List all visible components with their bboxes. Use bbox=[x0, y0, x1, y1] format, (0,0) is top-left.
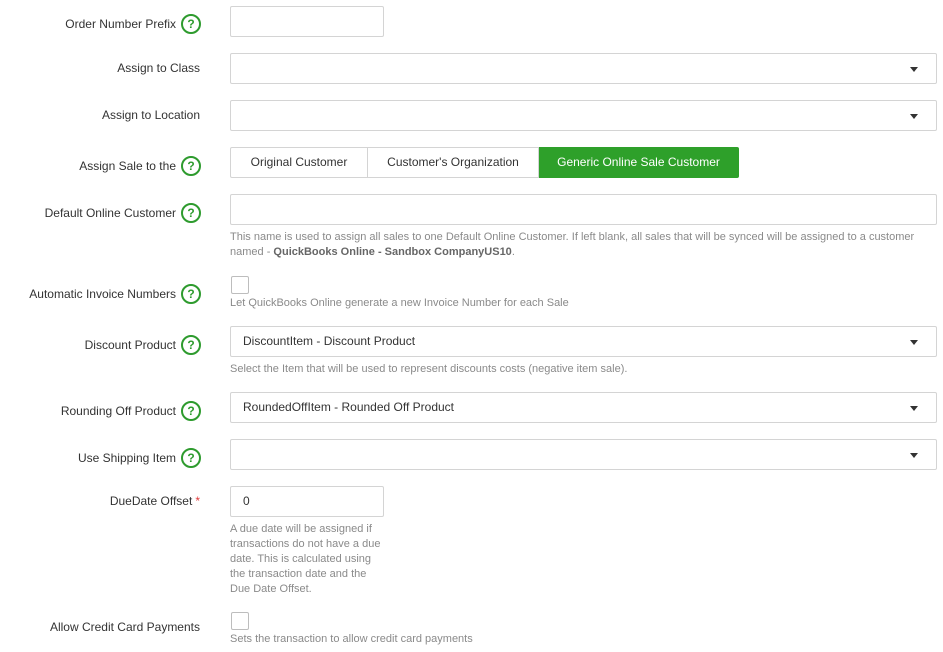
hint-line: Due Date Offset. bbox=[230, 583, 312, 595]
assign-class-select[interactable] bbox=[230, 53, 937, 84]
question-circle-icon[interactable]: ? bbox=[181, 335, 201, 355]
hint-text: This name is used to assign all sales to… bbox=[230, 231, 915, 243]
question-circle-icon[interactable]: ? bbox=[181, 14, 201, 34]
hint-text: . bbox=[511, 246, 515, 258]
question-circle-icon[interactable]: ? bbox=[181, 284, 201, 304]
default-customer-label: Default Online Customer bbox=[44, 206, 176, 220]
credit-card-checkbox[interactable] bbox=[231, 612, 249, 630]
credit-card-label: Allow Credit Card Payments bbox=[49, 620, 200, 634]
option-generic-online-sale-customer[interactable]: Generic Online Sale Customer bbox=[539, 147, 739, 178]
hint-line: transactions do not have a due bbox=[230, 538, 381, 550]
chevron-down-icon bbox=[910, 340, 918, 345]
question-circle-icon[interactable]: ? bbox=[181, 156, 201, 176]
assign-sale-segmented: Original Customer Customer's Organizatio… bbox=[230, 147, 739, 178]
due-date-offset-label: DueDate Offset * bbox=[110, 494, 200, 508]
due-date-offset-input[interactable]: 0 bbox=[230, 486, 384, 517]
shipping-item-label: Use Shipping Item bbox=[77, 451, 176, 465]
due-date-offset-hint: A due date will be assigned if transacti… bbox=[230, 522, 390, 597]
order-prefix-input[interactable] bbox=[230, 6, 384, 37]
credit-card-hint: Sets the transaction to allow credit car… bbox=[230, 633, 473, 645]
default-customer-hint: This name is used to assign all sales to… bbox=[230, 230, 937, 260]
chevron-down-icon bbox=[910, 114, 918, 119]
due-date-offset-label-text: DueDate Offset bbox=[109, 494, 193, 508]
option-customers-organization[interactable]: Customer's Organization bbox=[368, 147, 539, 178]
hint-text: named - bbox=[230, 246, 274, 258]
chevron-down-icon bbox=[910, 406, 918, 411]
assign-location-select[interactable] bbox=[230, 100, 937, 131]
discount-product-label: Discount Product bbox=[84, 338, 176, 352]
option-original-customer[interactable]: Original Customer bbox=[230, 147, 368, 178]
assign-sale-label: Assign Sale to the bbox=[79, 159, 176, 173]
auto-invoice-hint: Let QuickBooks Online generate a new Inv… bbox=[230, 297, 569, 309]
hint-line: the transaction date and the bbox=[230, 568, 367, 580]
question-circle-icon[interactable]: ? bbox=[181, 401, 201, 421]
question-circle-icon[interactable]: ? bbox=[181, 448, 201, 468]
question-circle-icon[interactable]: ? bbox=[181, 203, 201, 223]
assign-class-label: Assign to Class bbox=[117, 61, 200, 75]
discount-product-hint: Select the Item that will be used to rep… bbox=[230, 363, 628, 375]
discount-product-select[interactable]: DiscountItem - Discount Product bbox=[230, 326, 937, 357]
chevron-down-icon bbox=[910, 67, 918, 72]
hint-line: date. This is calculated using bbox=[230, 553, 372, 565]
default-customer-input[interactable] bbox=[230, 194, 937, 225]
rounding-product-label: Rounding Off Product bbox=[60, 404, 176, 418]
discount-product-value: DiscountItem - Discount Product bbox=[243, 334, 416, 348]
customer-name: QuickBooks Online - Sandbox CompanyUS10 bbox=[273, 246, 512, 258]
hint-line: A due date will be assigned if bbox=[230, 523, 372, 535]
rounding-product-select[interactable]: RoundedOffItem - Rounded Off Product bbox=[230, 392, 937, 423]
chevron-down-icon bbox=[910, 453, 918, 458]
shipping-item-select[interactable] bbox=[230, 439, 937, 470]
order-prefix-label: Order Number Prefix bbox=[65, 17, 176, 31]
required-mark: * bbox=[195, 494, 200, 508]
rounding-product-value: RoundedOffItem - Rounded Off Product bbox=[243, 400, 455, 414]
auto-invoice-checkbox[interactable] bbox=[231, 276, 249, 294]
auto-invoice-label: Automatic Invoice Numbers bbox=[29, 287, 176, 301]
assign-location-label: Assign to Location bbox=[101, 108, 200, 122]
